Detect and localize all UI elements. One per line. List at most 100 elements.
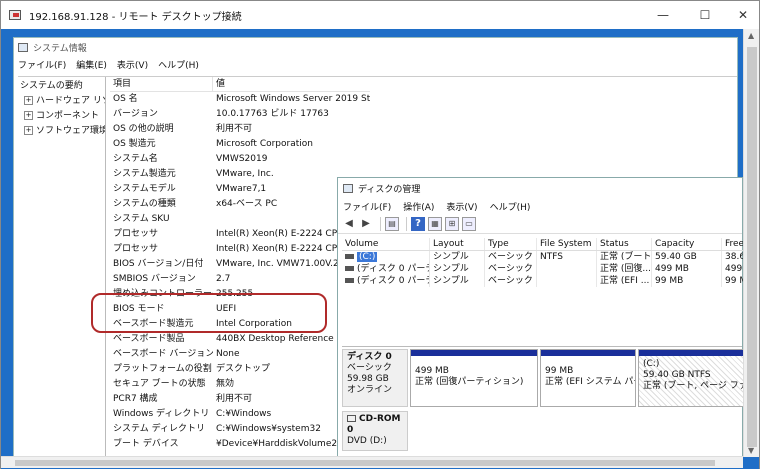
bios-mode-highlight-annotation: [91, 293, 327, 333]
volume-row[interactable]: (ディスク 0 パーティシ...シンプルベーシック 正常 (回復...499 MB…: [342, 263, 744, 275]
tree-item-hardware-resources[interactable]: +ハードウェア リソース: [18, 94, 105, 109]
column-header-value[interactable]: 値: [213, 77, 370, 91]
row-item: セキュア ブートの状態: [113, 379, 206, 389]
maximize-button[interactable]: ☐: [693, 5, 717, 25]
table-row[interactable]: プラットフォームの役割 デスクトップ: [110, 362, 370, 377]
table-row[interactable]: ベースボード バージョン None: [110, 347, 370, 362]
table-row[interactable]: システム ディレクトリ C:¥Windows¥system32: [110, 422, 370, 437]
menu-file[interactable]: ファイル(F): [18, 58, 66, 71]
table-row[interactable]: バージョン 10.0.17763 ビルド 17763: [110, 107, 370, 122]
menu-help[interactable]: ヘルプ(H): [490, 200, 531, 213]
diskmgmt-titlebar[interactable]: ディスクの管理: [338, 178, 742, 198]
row-item: バージョン: [113, 109, 158, 119]
volume-row[interactable]: (C:) シンプルベーシックNTFS正常 (ブート...59.40 GB38.61: [342, 251, 744, 263]
cell-capacity: 59.40 GB: [652, 251, 722, 263]
minimize-button[interactable]: —: [651, 5, 675, 25]
cell-file-system: [537, 263, 597, 275]
table-row[interactable]: BIOS バージョン/日付 VMware, Inc. VMW71.00V.218: [110, 257, 370, 272]
volume-icon: [345, 278, 354, 283]
diskmgmt-title: ディスクの管理: [358, 184, 421, 195]
properties-icon[interactable]: ▦: [428, 216, 442, 231]
category-tree: システムの要約 +ハードウェア リソース +コンポーネント +ソフトウェア環境: [18, 77, 106, 457]
refresh-icon[interactable]: ⊞: [445, 216, 459, 231]
remote-desktop-titlebar[interactable]: 192.168.91.128 - リモート デスクトップ接続 — ☐ ✕: [1, 1, 759, 29]
diskmgmt-menubar: ファイル(F) 操作(A) 表示(V) ヘルプ(H): [338, 198, 742, 214]
volume-list: Volume Layout Type File System Status Ca…: [342, 238, 744, 287]
row-item: ベースボード製品: [113, 334, 185, 344]
table-row[interactable]: OS の他の説明 利用不可: [110, 122, 370, 137]
row-value: Microsoft Corporation: [216, 139, 313, 149]
menu-action[interactable]: 操作(A): [403, 200, 434, 213]
remote-horizontal-scrollbar[interactable]: [1, 456, 743, 468]
expand-icon[interactable]: +: [24, 126, 33, 135]
table-row[interactable]: セキュア ブートの状態 無効: [110, 377, 370, 392]
table-row[interactable]: Windows ディレクトリ C:¥Windows: [110, 407, 370, 422]
row-item: OS 名: [113, 94, 138, 104]
disk-0-type: ベーシック: [347, 363, 392, 373]
column-capacity[interactable]: Capacity: [652, 238, 722, 250]
expand-icon[interactable]: +: [24, 111, 33, 120]
disk-0-label[interactable]: ディスク 0 ベーシック 59.98 GB オンライン: [342, 349, 408, 407]
cell-file-system: NTFS: [537, 251, 597, 263]
partition-size: 99 MB: [545, 366, 574, 376]
scroll-down-icon[interactable]: ▼: [748, 446, 754, 455]
show-hide-tree-icon[interactable]: ▤: [385, 216, 399, 231]
menu-edit[interactable]: 編集(E): [76, 58, 107, 71]
column-free-space[interactable]: Free S: [722, 238, 744, 250]
menu-view[interactable]: 表示(V): [117, 58, 148, 71]
row-value: 利用不可: [216, 124, 253, 134]
menu-file[interactable]: ファイル(F): [343, 200, 391, 213]
column-header-item[interactable]: 項目: [110, 77, 213, 91]
table-row[interactable]: システム名 VMWS2019: [110, 152, 370, 167]
table-row[interactable]: システム SKU: [110, 212, 370, 227]
tree-item-components[interactable]: + コンポーネント: [18, 109, 105, 124]
row-item: システム名: [113, 154, 158, 164]
row-item: システム SKU: [113, 214, 170, 224]
cell-type: ベーシック: [485, 251, 537, 263]
close-button[interactable]: ✕: [731, 5, 755, 25]
scroll-up-icon[interactable]: ▲: [748, 31, 754, 40]
table-row[interactable]: システム製造元 VMware, Inc.: [110, 167, 370, 182]
scroll-thumb[interactable]: [15, 460, 715, 466]
sysinfo-title: システム情報: [33, 43, 87, 54]
table-row[interactable]: OS 名 Microsoft Windows Server 2019 Standa…: [110, 92, 370, 107]
menu-help[interactable]: ヘルプ(H): [158, 58, 199, 71]
table-header: 項目 値: [110, 77, 370, 92]
table-row[interactable]: ベースボード製品 440BX Desktop Reference Pla: [110, 332, 370, 347]
tree-item-system-summary[interactable]: システムの要約: [18, 79, 105, 94]
table-row[interactable]: システムモデル VMware7,1: [110, 182, 370, 197]
table-row[interactable]: OS 製造元 Microsoft Corporation: [110, 137, 370, 152]
sysinfo-titlebar[interactable]: システム情報: [14, 38, 737, 56]
table-row[interactable]: プロセッサ Intel(R) Xeon(R) E-2224 CPU: [110, 242, 370, 257]
column-file-system[interactable]: File System: [537, 238, 597, 250]
volume-row[interactable]: (ディスク 0 パーティシ...シンプルベーシック正常 (EFI ...99 M…: [342, 275, 744, 287]
remote-vertical-scrollbar[interactable]: ▲ ▼: [743, 29, 759, 457]
row-item: ベースボード バージョン: [113, 349, 213, 359]
row-item: BIOS バージョン/日付: [113, 259, 204, 269]
partition-efi[interactable]: 99 MB正常 (EFI システム パーテ: [540, 349, 636, 407]
cell-free-space: 499 M: [722, 263, 744, 275]
table-row[interactable]: SMBIOS バージョン 2.7: [110, 272, 370, 287]
table-row[interactable]: PCR7 構成 利用不可: [110, 392, 370, 407]
sysinfo-app-icon: [18, 42, 28, 52]
column-status[interactable]: Status: [597, 238, 652, 250]
row-item: プロセッサ: [113, 244, 159, 254]
table-row[interactable]: システムの種類 x64-ベース PC: [110, 197, 370, 212]
back-arrow-icon[interactable]: ◀: [342, 217, 356, 231]
table-row[interactable]: ブート デバイス ¥Device¥HarddiskVolume2: [110, 437, 370, 452]
menu-view[interactable]: 表示(V): [446, 200, 477, 213]
expand-icon[interactable]: +: [24, 96, 33, 105]
scroll-thumb[interactable]: [747, 47, 757, 447]
partition-c-drive[interactable]: (C:)59.40 GB NTFS正常 (ブート, ページ ファイル, ク: [638, 349, 744, 407]
help-icon[interactable]: ?: [411, 216, 425, 231]
column-type[interactable]: Type: [485, 238, 537, 250]
column-layout[interactable]: Layout: [430, 238, 485, 250]
tree-item-software-environment[interactable]: + ソフトウェア環境: [18, 124, 105, 139]
partition-recovery[interactable]: 499 MB 正常 (回復パーティション): [410, 349, 538, 407]
settings-icon[interactable]: ▭: [462, 216, 476, 231]
forward-arrow-icon[interactable]: ▶: [359, 217, 373, 231]
cdrom-0-label[interactable]: CD-ROM 0 DVD (D:): [342, 411, 408, 451]
column-volume[interactable]: Volume: [342, 238, 430, 250]
sysinfo-menubar: ファイル(F) 編集(E) 表示(V) ヘルプ(H): [14, 56, 737, 72]
table-row[interactable]: プロセッサ Intel(R) Xeon(R) E-2224 CPU: [110, 227, 370, 242]
